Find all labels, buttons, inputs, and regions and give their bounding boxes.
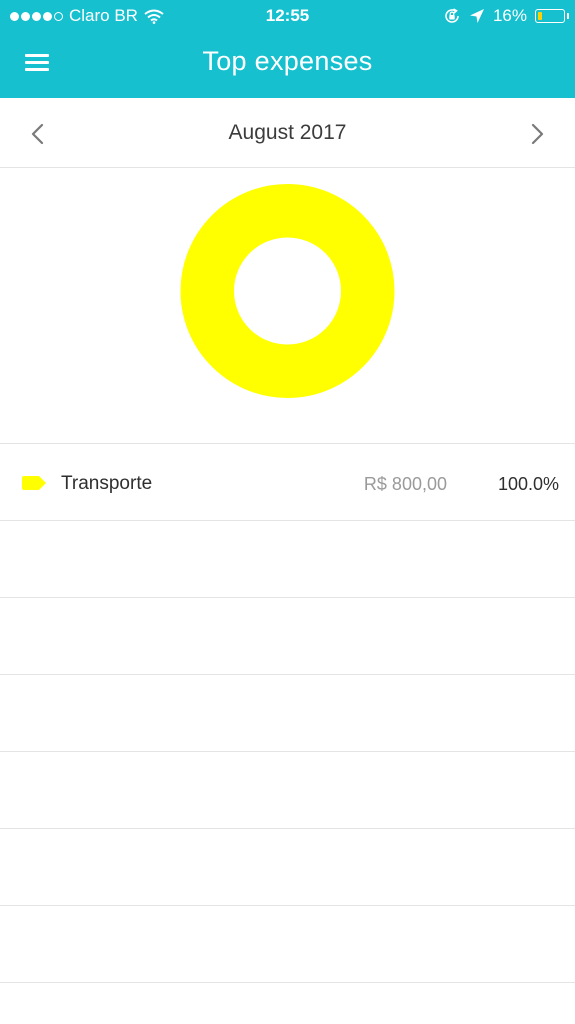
category-percent: 100.0%	[497, 474, 559, 494]
status-bar: Claro BR 12:55 16%	[0, 0, 575, 34]
status-right: 16%	[443, 6, 569, 26]
category-row[interactable]: Transporte R$ 800,00 100.0%	[0, 444, 575, 521]
location-arrow-icon	[469, 9, 484, 23]
category-amount: R$ 800,00	[363, 474, 447, 494]
empty-row	[0, 521, 575, 598]
orientation-lock-icon	[445, 8, 459, 23]
empty-row	[0, 829, 575, 906]
empty-row	[0, 675, 575, 752]
page-title: Top expenses	[202, 46, 373, 76]
battery-icon	[535, 9, 569, 23]
month-label: August 2017	[228, 121, 347, 144]
empty-row	[0, 906, 575, 983]
category-name: Transporte	[61, 473, 153, 494]
tag-icon	[22, 476, 46, 490]
battery-level	[537, 11, 542, 20]
category-list: Transporte R$ 800,00 100.0%	[0, 444, 575, 983]
donut-slice-transporte[interactable]	[180, 184, 395, 398]
chevron-right-icon[interactable]	[519, 116, 555, 152]
expense-donut-chart	[0, 168, 575, 444]
battery-percent: 16%	[492, 6, 527, 25]
empty-row	[0, 752, 575, 829]
empty-row	[0, 598, 575, 675]
month-navigator: August 2017	[0, 98, 575, 168]
app-header: Claro BR 12:55 16% Top expenses	[0, 0, 575, 98]
donut-chart-svg	[180, 184, 395, 398]
